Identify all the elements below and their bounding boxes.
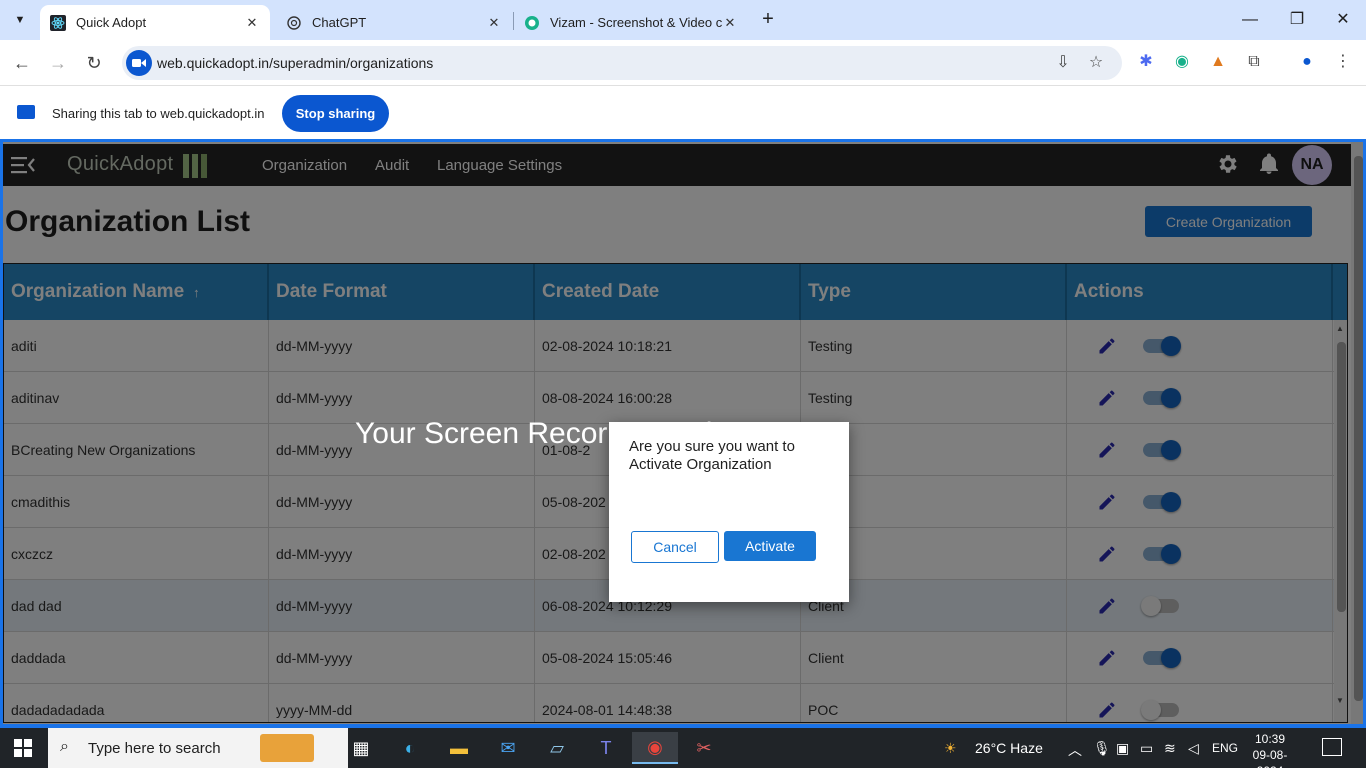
volume-icon[interactable]: ◁ bbox=[1188, 740, 1199, 757]
extensions-icon[interactable]: ⧉ bbox=[1243, 51, 1265, 73]
activate-confirmation-dialog: Are you sure you want to Activate Organi… bbox=[609, 422, 849, 602]
bookmark-star-icon[interactable]: ☆ bbox=[1085, 52, 1107, 74]
battery-icon[interactable]: ▭ bbox=[1140, 740, 1153, 757]
tab-close-icon[interactable]: ✕ bbox=[722, 15, 738, 31]
vizam-favicon-icon bbox=[524, 15, 540, 31]
chrome-browser-icon[interactable]: ◉ bbox=[632, 732, 678, 764]
tab-vizam[interactable]: Vizam - Screenshot & Video cap ✕ bbox=[514, 5, 748, 40]
taskbar-search-placeholder: Type here to search bbox=[88, 739, 221, 757]
modal-backdrop: Your Screen Recor seconds ... Are you su… bbox=[3, 142, 1363, 724]
window-close-icon[interactable]: ✕ bbox=[1331, 8, 1355, 32]
activate-button[interactable]: Activate bbox=[724, 531, 816, 561]
url-text: web.quickadopt.in/superadmin/organizatio… bbox=[157, 55, 434, 71]
show-hidden-icons-icon[interactable]: ︿ bbox=[1068, 740, 1082, 760]
screen-share-icon[interactable] bbox=[126, 50, 152, 76]
clock-date: 09-08-2024 bbox=[1252, 748, 1288, 768]
tab-title: Vizam - Screenshot & Video cap bbox=[550, 15, 722, 30]
stop-sharing-button[interactable]: Stop sharing bbox=[282, 95, 389, 132]
tab-title: ChatGPT bbox=[312, 15, 367, 30]
page-viewport: QuickAdopt Organization Audit Language S… bbox=[0, 139, 1366, 728]
clock-time: 10:39 bbox=[1254, 732, 1286, 746]
address-bar[interactable]: web.quickadopt.in/superadmin/organizatio… bbox=[122, 46, 1122, 80]
browser-toolbar: ← → ↻ web.quickadopt.in/superadmin/organ… bbox=[0, 40, 1366, 86]
mail-icon[interactable]: ✉ bbox=[485, 732, 531, 764]
edge-browser-icon[interactable]: ◐ bbox=[387, 732, 433, 764]
minimize-icon[interactable]: — bbox=[1238, 8, 1262, 32]
taskbar-search-box[interactable]: ⌕ Type here to search bbox=[48, 728, 348, 768]
profile-icon[interactable]: ● bbox=[1296, 51, 1318, 73]
forward-icon[interactable]: → bbox=[46, 51, 70, 75]
windows-start-icon[interactable] bbox=[14, 739, 32, 757]
restore-icon[interactable]: ❐ bbox=[1285, 8, 1309, 32]
weather-icon[interactable]: ☀ bbox=[944, 740, 957, 757]
file-explorer-icon[interactable]: ▬ bbox=[436, 732, 482, 764]
sharing-text: Sharing this tab to web.quickadopt.in bbox=[52, 106, 265, 121]
new-tab-button[interactable]: + bbox=[758, 8, 778, 32]
sharing-bar: Sharing this tab to web.quickadopt.in St… bbox=[0, 87, 1366, 139]
openai-favicon-icon bbox=[286, 15, 302, 31]
notes-app-icon[interactable]: ▱ bbox=[534, 732, 580, 764]
cancel-button[interactable]: Cancel bbox=[631, 531, 719, 563]
tab-quick-adopt[interactable]: Quick Adopt ✕ bbox=[40, 5, 270, 40]
input-language[interactable]: ENG bbox=[1212, 741, 1238, 755]
dialog-message: Are you sure you want to Activate Organi… bbox=[629, 438, 795, 473]
network-icon[interactable]: ▣ bbox=[1116, 740, 1129, 757]
tab-close-icon[interactable]: ✕ bbox=[244, 15, 260, 31]
extension-puzzle-colored-icon[interactable]: ✱ bbox=[1135, 51, 1157, 73]
briefcase-widget-icon[interactable] bbox=[260, 734, 314, 762]
search-icon: ⌕ bbox=[60, 738, 69, 755]
weather-text[interactable]: 26°C Haze bbox=[975, 740, 1043, 756]
reload-icon[interactable]: ↻ bbox=[82, 51, 106, 75]
microphone-icon[interactable]: 🎙 bbox=[1093, 740, 1111, 757]
sharing-icon bbox=[17, 105, 35, 119]
tab-chatgpt[interactable]: ChatGPT ✕ bbox=[276, 5, 512, 40]
browser-menu-icon[interactable]: ⋮ bbox=[1332, 51, 1354, 73]
tab-search-icon[interactable]: ▼ bbox=[8, 8, 32, 32]
extension-arrow-icon[interactable]: ▲ bbox=[1207, 51, 1229, 73]
wifi-icon[interactable]: ≋ bbox=[1164, 740, 1176, 757]
browser-tab-strip: ▼ Quick Adopt ✕ ChatGPT ✕ Vizam - Screen… bbox=[0, 0, 1366, 40]
task-view-icon[interactable]: ▦ bbox=[338, 732, 384, 764]
tab-close-icon[interactable]: ✕ bbox=[486, 15, 502, 31]
teams-icon[interactable]: T bbox=[583, 732, 629, 764]
snipping-tool-icon[interactable]: ✂ bbox=[681, 732, 727, 764]
react-favicon-icon bbox=[50, 14, 66, 31]
vizam-extension-icon[interactable]: ◉ bbox=[1171, 51, 1193, 73]
back-icon[interactable]: ← bbox=[10, 51, 34, 75]
windows-taskbar: ⌕ Type here to search ▦ ◐ ▬ ✉ ▱ T ◉ ✂ ☀ … bbox=[0, 728, 1366, 768]
install-app-icon[interactable]: ⇩ bbox=[1052, 52, 1074, 74]
tab-title: Quick Adopt bbox=[76, 15, 147, 30]
notification-center-icon[interactable] bbox=[1322, 738, 1342, 756]
taskbar-clock[interactable]: 10:39 09-08-2024 bbox=[1240, 731, 1300, 768]
